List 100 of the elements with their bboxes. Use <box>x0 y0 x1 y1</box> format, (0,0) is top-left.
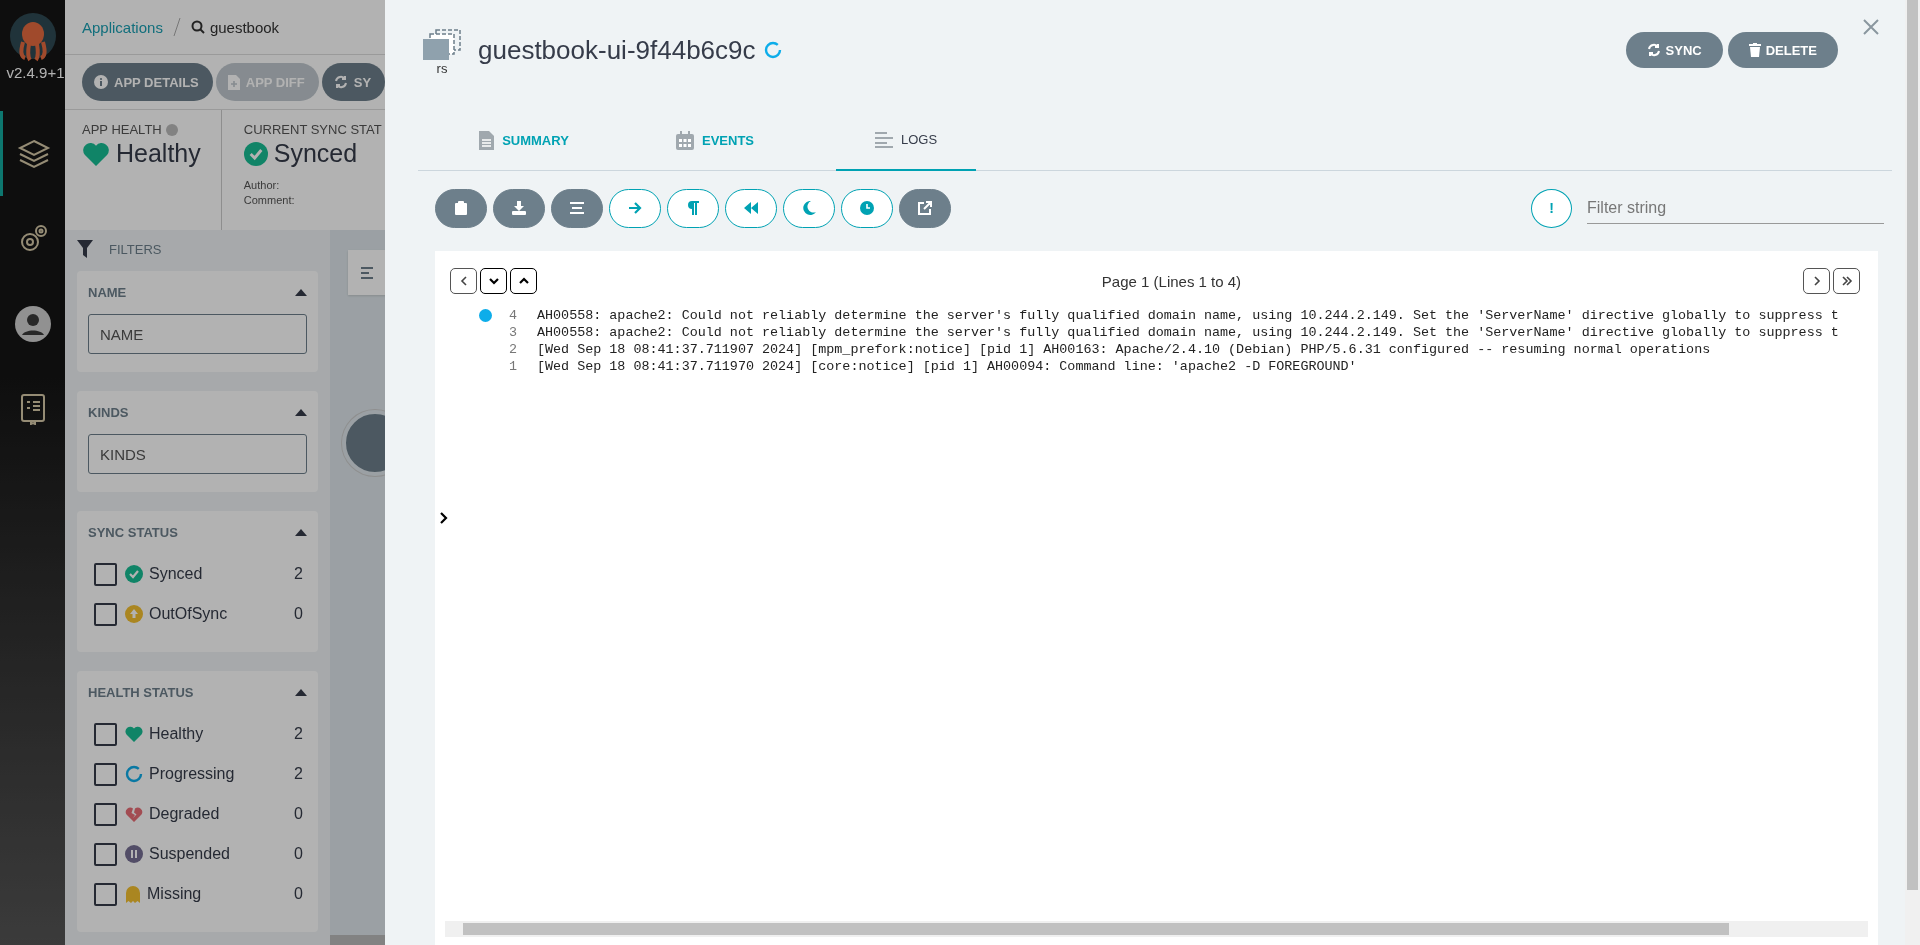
log-tool-button[interactable] <box>609 188 661 228</box>
log-tool-button[interactable] <box>551 188 603 228</box>
filter-count: 0 <box>294 845 303 863</box>
tab[interactable]: SUMMARY <box>454 110 594 170</box>
heart-icon <box>125 726 143 742</box>
arrow-right-icon <box>628 202 642 214</box>
clock-icon <box>860 201 874 215</box>
checkbox[interactable] <box>94 722 117 746</box>
scroll-up-button[interactable] <box>510 268 537 294</box>
line-number: 3 <box>507 324 517 341</box>
checkbox[interactable] <box>94 762 117 786</box>
pause-circle-icon <box>125 845 143 863</box>
log-tool-button[interactable] <box>725 188 777 228</box>
tab[interactable]: LOGS <box>836 110 976 171</box>
book-icon[interactable] <box>19 392 46 425</box>
rewind-icon <box>743 202 759 214</box>
previous-page-button[interactable] <box>450 268 477 294</box>
scroll-down-button[interactable] <box>480 268 507 294</box>
check-circle-icon <box>243 141 268 166</box>
sync-icon <box>333 75 348 89</box>
lines-icon <box>570 202 584 214</box>
checkbox[interactable] <box>94 882 117 906</box>
log-line: AH00558: apache2: Could not reliably determine the server's fully qualified domain name, using 10.244.2.149. Set the 'ServerName' directive globally to suppress t <box>537 307 1839 324</box>
tab[interactable]: EVENTS <box>645 110 785 170</box>
version-label: v2.4.9+1 <box>5 64 65 81</box>
comment-label: Comment: <box>243 193 296 208</box>
collapse-icon[interactable] <box>295 689 307 696</box>
chevron-down-icon <box>488 277 499 285</box>
filter-label: Progressing <box>149 765 236 783</box>
log-tool-button[interactable] <box>783 188 835 228</box>
checkbox[interactable] <box>94 562 117 586</box>
filter-count: 0 <box>294 885 303 903</box>
close-icon[interactable] <box>1862 18 1880 36</box>
sync-button[interactable]: SYNC <box>1625 32 1723 68</box>
last-page-button[interactable] <box>1833 268 1860 294</box>
list-view-button[interactable] <box>348 250 388 295</box>
search-icon <box>190 20 205 34</box>
log-line: [Wed Sep 18 08:41:37.711970 2024] [core:notice] [pid 1] AH00094: Command line: 'apache2 -D FOREGROUND' <box>537 358 1357 375</box>
log-tool-button[interactable] <box>435 188 487 228</box>
download-icon <box>512 201 526 215</box>
health-value: Healthy <box>116 139 201 168</box>
lines-icon <box>874 131 893 148</box>
stacked-boxes-icon <box>422 28 462 61</box>
logo-icon[interactable] <box>8 12 57 62</box>
toolbar-button[interactable]: APP DETAILS <box>82 63 213 101</box>
filter-label: OutOfSync <box>149 605 229 623</box>
kind-label: rs <box>436 60 448 76</box>
arrow-up-circle-icon <box>125 605 143 623</box>
user-icon[interactable] <box>14 305 51 342</box>
next-page-button[interactable] <box>1803 268 1830 294</box>
heart-icon <box>82 141 110 166</box>
sync-icon <box>1646 43 1661 57</box>
log-line: [Wed Sep 18 08:41:37.711907 2024] [mpm_prefork:notice] [pid 1] AH00163: Apache/2.4.10 (Debian) PHP/5.6.31 configured -- resuming normal operations <box>537 341 1711 358</box>
log-tool-button[interactable] <box>493 188 545 228</box>
filter-count: 0 <box>294 805 303 823</box>
check-circle-icon <box>125 565 143 583</box>
filter-field[interactable]: Filter string <box>1587 192 1884 224</box>
filters-heading: FILTERS <box>109 241 162 257</box>
ghost-icon <box>125 885 141 903</box>
chevron-up-icon <box>518 277 529 285</box>
search-text: guestbook <box>209 18 280 36</box>
progress-ring-icon <box>125 765 143 783</box>
horizontal-scrollbar[interactable] <box>445 921 1868 937</box>
checkbox[interactable] <box>94 602 117 626</box>
progress-ring-icon <box>763 41 782 59</box>
resource-title: guestbook-ui-9f44b6c9c <box>478 34 756 66</box>
vertical-scrollbar[interactable] <box>1905 0 1920 945</box>
filter-title: KINDS <box>88 405 129 420</box>
filter-label: Healthy <box>149 725 205 743</box>
input-field[interactable]: NAME <box>88 314 307 354</box>
breadcrumb-link[interactable]: Applications <box>82 18 163 36</box>
log-tool-button[interactable] <box>841 188 893 228</box>
info-icon <box>94 75 108 89</box>
line-number: 2 <box>507 341 517 358</box>
checkbox[interactable] <box>94 802 117 826</box>
checkbox[interactable] <box>94 842 117 866</box>
author-label: Author: <box>243 178 281 193</box>
filter-title: HEALTH STATUS <box>88 685 194 700</box>
exclude-toggle-button[interactable]: ! <box>1531 188 1572 228</box>
filter-title: SYNC STATUS <box>88 525 178 540</box>
collapse-icon[interactable] <box>295 289 307 296</box>
page-indicator: Page 1 (Lines 1 to 4) <box>1100 272 1243 290</box>
document-icon <box>479 130 495 150</box>
line-number: 1 <box>507 358 517 375</box>
chevron-right-icon <box>1812 276 1821 286</box>
prompt-icon <box>439 511 449 525</box>
delete-button[interactable]: DELETE <box>1727 32 1838 68</box>
line-number: 4 <box>507 307 517 324</box>
broken-heart-icon <box>125 806 143 822</box>
filter-count: 2 <box>294 765 303 783</box>
log-tool-button[interactable] <box>899 188 951 228</box>
log-tool-button[interactable] <box>667 188 719 228</box>
filter-title: NAME <box>88 285 127 300</box>
collapse-icon[interactable] <box>295 529 307 536</box>
filter-count: 0 <box>294 605 303 623</box>
input-field[interactable]: KINDS <box>88 434 307 474</box>
collapse-icon[interactable] <box>295 409 307 416</box>
pilcrow-icon <box>687 201 699 215</box>
calendar-icon <box>676 130 694 150</box>
toolbar-button[interactable]: SY <box>321 63 386 101</box>
